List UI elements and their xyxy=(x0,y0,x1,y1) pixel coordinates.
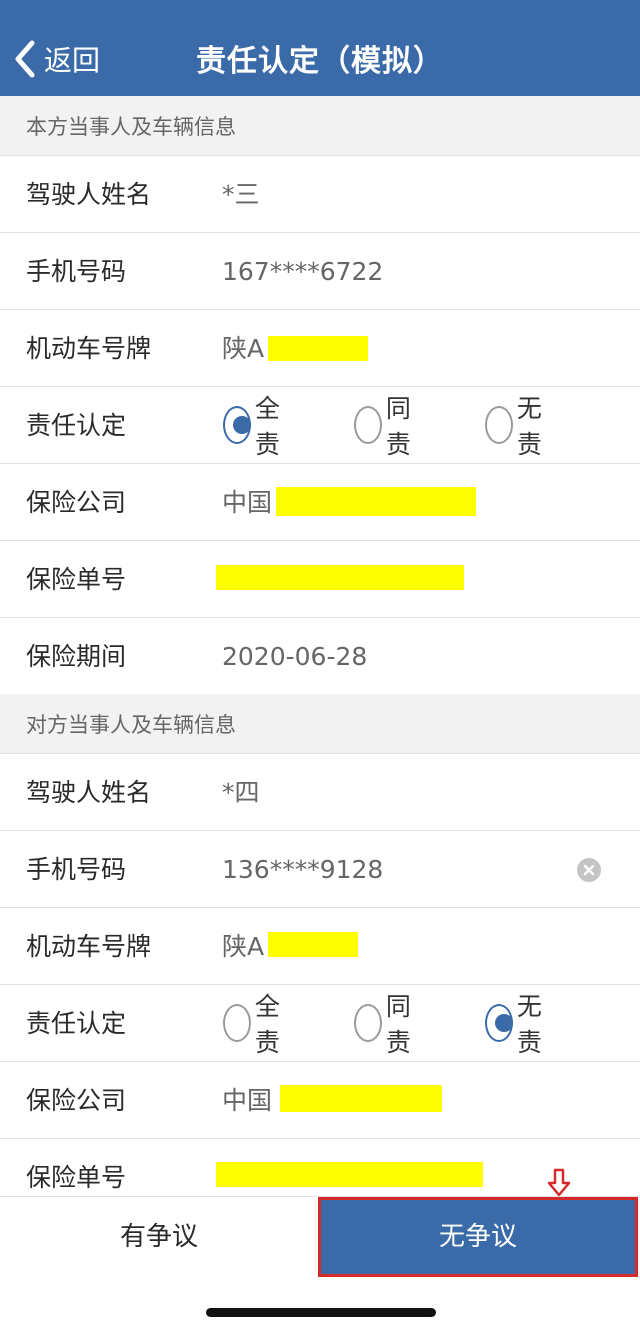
other-phone-row: 手机号码 136****9128 xyxy=(0,831,640,908)
other-driver-value: *四 xyxy=(222,778,260,807)
radio-unchecked-icon xyxy=(223,1004,251,1042)
own-liability-none-radio[interactable]: 无责 xyxy=(485,394,552,459)
other-liability-full-label: 全责 xyxy=(254,992,280,1057)
own-liability-full-radio[interactable]: 全责 xyxy=(223,394,290,459)
own-insurer-redaction xyxy=(276,487,476,516)
own-plate-label: 机动车号牌 xyxy=(26,334,152,363)
other-insurer-value: 中国 xyxy=(222,1086,273,1115)
own-liability-none-label: 无责 xyxy=(516,394,542,459)
other-phone-label: 手机号码 xyxy=(26,855,127,884)
other-insurer-redaction xyxy=(280,1085,442,1112)
own-driver-value: *三 xyxy=(222,180,260,209)
own-phone-value: 167****6722 xyxy=(222,257,384,286)
own-section-header: 本方当事人及车辆信息 xyxy=(0,96,640,156)
home-indicator[interactable] xyxy=(206,1308,436,1317)
other-plate-row: 机动车号牌 陕A xyxy=(0,908,640,985)
other-liability-equal-label: 同责 xyxy=(385,992,411,1057)
own-policy-label: 保险单号 xyxy=(26,565,127,594)
own-liability-row: 责任认定 全责 同责 无责 xyxy=(0,387,640,464)
other-plate-value: 陕A xyxy=(222,932,265,961)
other-liability-full-radio[interactable]: 全责 xyxy=(223,992,290,1057)
own-plate-redaction xyxy=(268,336,368,361)
own-insurer-label: 保险公司 xyxy=(26,488,127,517)
action-footer: 有争议 无争议 xyxy=(0,1196,640,1277)
own-period-value: 2020-06-28 xyxy=(222,642,368,671)
other-plate-label: 机动车号牌 xyxy=(26,932,152,961)
other-insurer-row: 保险公司 中国 xyxy=(0,1062,640,1139)
own-driver-row: 驾驶人姓名 *三 xyxy=(0,156,640,233)
own-plate-value: 陕A xyxy=(222,334,265,363)
other-liability-label: 责任认定 xyxy=(26,1009,127,1038)
other-liability-none-label: 无责 xyxy=(516,992,542,1057)
other-driver-row: 驾驶人姓名 *四 xyxy=(0,754,640,831)
own-policy-redaction xyxy=(216,565,464,590)
own-driver-label: 驾驶人姓名 xyxy=(26,180,152,209)
other-plate-redaction xyxy=(268,932,358,957)
dispute-button[interactable]: 有争议 xyxy=(0,1197,318,1277)
radio-unchecked-icon xyxy=(354,1004,382,1042)
own-insurer-value: 中国 xyxy=(222,488,273,517)
clear-circle-icon[interactable] xyxy=(577,858,601,882)
other-liability-none-radio[interactable]: 无责 xyxy=(485,992,552,1057)
other-liability-equal-radio[interactable]: 同责 xyxy=(354,992,421,1057)
own-liability-full-label: 全责 xyxy=(254,394,280,459)
other-liability-row: 责任认定 全责 同责 无责 xyxy=(0,985,640,1062)
no-dispute-button[interactable]: 无争议 xyxy=(318,1197,638,1277)
down-arrow-icon xyxy=(547,1168,571,1197)
nav-bar: 返回 责任认定（模拟） xyxy=(0,0,640,96)
own-liability-equal-radio[interactable]: 同责 xyxy=(354,394,421,459)
other-policy-redaction xyxy=(216,1162,483,1187)
radio-unchecked-icon xyxy=(485,406,513,444)
other-insurer-label: 保险公司 xyxy=(26,1086,127,1115)
own-policy-row: 保险单号 xyxy=(0,541,640,618)
own-period-label: 保险期间 xyxy=(26,642,127,671)
other-section-header: 对方当事人及车辆信息 xyxy=(0,694,640,754)
own-liability-equal-label: 同责 xyxy=(385,394,411,459)
other-phone-input[interactable]: 136****9128 xyxy=(222,831,383,908)
other-driver-label: 驾驶人姓名 xyxy=(26,778,152,807)
radio-checked-icon xyxy=(223,406,251,444)
page-title: 责任认定（模拟） xyxy=(196,44,444,79)
own-liability-label: 责任认定 xyxy=(26,411,127,440)
own-insurer-row: 保险公司 中国 xyxy=(0,464,640,541)
own-plate-row: 机动车号牌 陕A xyxy=(0,310,640,387)
own-period-row: 保险期间 2020-06-28 xyxy=(0,618,640,695)
radio-unchecked-icon xyxy=(354,406,382,444)
own-phone-row: 手机号码 167****6722 xyxy=(0,233,640,310)
radio-checked-icon xyxy=(485,1004,513,1042)
own-phone-label: 手机号码 xyxy=(26,257,127,286)
